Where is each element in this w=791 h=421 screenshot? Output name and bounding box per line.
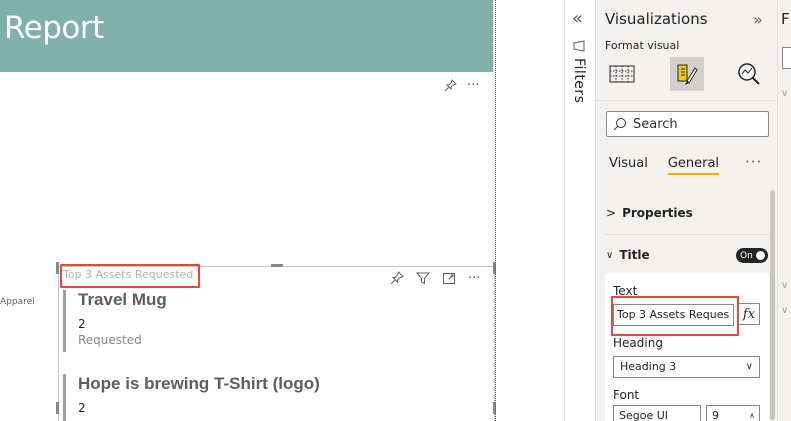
resize-handle-top[interactable] <box>271 264 283 267</box>
heading-select[interactable]: Heading 3 ∨ <box>613 356 760 378</box>
collapse-filters-icon[interactable]: « <box>572 8 583 29</box>
card-value: 2 <box>78 317 86 331</box>
tab-visual[interactable]: Visual <box>609 156 648 175</box>
heading-value: Heading 3 <box>620 360 677 373</box>
report-title: Report <box>4 10 104 46</box>
report-canvas: Report ··· Apparel Top 3 Assets Requeste… <box>0 0 565 421</box>
font-size-value: 9 <box>712 409 719 421</box>
fx-button[interactable]: fx <box>738 303 760 325</box>
pane-title: F <box>781 10 790 28</box>
table-grid-icon <box>609 65 635 83</box>
format-visual-tab[interactable] <box>670 57 704 91</box>
filter-icon <box>573 40 585 52</box>
chevron-down-icon: ∨ <box>745 361 753 372</box>
divider <box>596 100 778 101</box>
format-subtabs: Visual General <box>609 156 720 175</box>
analytics-tab[interactable] <box>732 57 766 91</box>
fields-search-input[interactable] <box>782 47 791 69</box>
fields-pane: F ∨ ∨ ∨ <box>778 0 791 421</box>
filters-label: Filters <box>571 58 587 104</box>
card-value: 2 <box>78 401 86 415</box>
format-paintbrush-icon <box>677 64 698 85</box>
resize-handle-bottom-left[interactable] <box>56 402 59 414</box>
title-toggle[interactable]: On <box>736 248 768 263</box>
toggle-knob <box>756 251 765 260</box>
chevron-down-icon[interactable]: ∨ <box>781 305 788 316</box>
pin-icon[interactable] <box>390 271 404 285</box>
section-label: Properties <box>622 206 693 220</box>
section-properties[interactable]: > Properties <box>606 206 693 220</box>
highlight-box-title-text <box>611 296 739 336</box>
focus-mode-icon[interactable] <box>442 271 456 285</box>
card-sublabel: Requested <box>78 333 142 347</box>
search-placeholder: Search <box>633 116 678 132</box>
collapse-pane-icon[interactable]: » <box>753 10 763 29</box>
chevron-right-icon: > <box>606 206 617 220</box>
search-icon <box>613 118 626 131</box>
toggle-label: On <box>740 250 753 261</box>
more-options-icon[interactable]: ··· <box>468 272 480 285</box>
list-item: Hope is brewing T-Shirt (logo) 2 <box>63 374 320 421</box>
filters-tab[interactable]: Filters <box>571 40 587 103</box>
powerbi-editor: Report ··· Apparel Top 3 Assets Requeste… <box>0 0 791 421</box>
more-options-icon[interactable]: ··· <box>467 79 479 92</box>
section-title[interactable]: ∨ Title <box>606 248 650 262</box>
page-boundary <box>495 0 496 421</box>
pane-title: Visualizations <box>605 10 708 28</box>
resize-handle-top-left[interactable] <box>56 262 59 274</box>
tab-general[interactable]: General <box>667 156 720 175</box>
chevron-down-icon[interactable]: ∨ <box>781 280 788 291</box>
report-banner[interactable]: Report <box>0 0 493 72</box>
visual-header: ··· <box>390 271 480 285</box>
format-visual-label: Format visual <box>605 39 680 52</box>
chevron-down-icon[interactable]: ∨ <box>781 88 788 99</box>
filter-icon[interactable] <box>416 271 430 285</box>
more-options-icon[interactable]: ··· <box>745 153 762 171</box>
card-name: Hope is brewing T-Shirt (logo) <box>78 374 320 393</box>
build-visual-tab[interactable] <box>605 57 639 91</box>
chevron-down-icon: ∨ <box>606 249 614 261</box>
scrollbar[interactable] <box>770 190 775 420</box>
axis-category-label: Apparel <box>0 297 35 307</box>
pin-icon[interactable] <box>444 79 457 92</box>
card-name: Travel Mug <box>78 290 167 309</box>
search-input[interactable]: Search <box>606 111 769 137</box>
highlight-box-visual-title <box>60 264 200 288</box>
heading-label: Heading <box>613 336 663 350</box>
font-family-select[interactable]: Segoe UI <box>613 405 701 421</box>
font-size-input[interactable]: 9 ∧ <box>706 405 760 421</box>
visualizations-pane: Visualizations » Format visual Search Vi… <box>596 0 778 421</box>
chevron-up-icon[interactable]: ∧ <box>749 406 755 421</box>
font-label: Font <box>613 388 640 402</box>
visual-header-top: ··· <box>444 79 479 92</box>
divider <box>604 234 769 235</box>
analytics-magnifier-icon <box>738 63 760 85</box>
list-item: Travel Mug 2 Requested <box>63 290 167 352</box>
section-label: Title <box>619 248 650 262</box>
pane-tab-icons <box>605 57 770 91</box>
filters-pane: « Filters <box>565 0 596 421</box>
